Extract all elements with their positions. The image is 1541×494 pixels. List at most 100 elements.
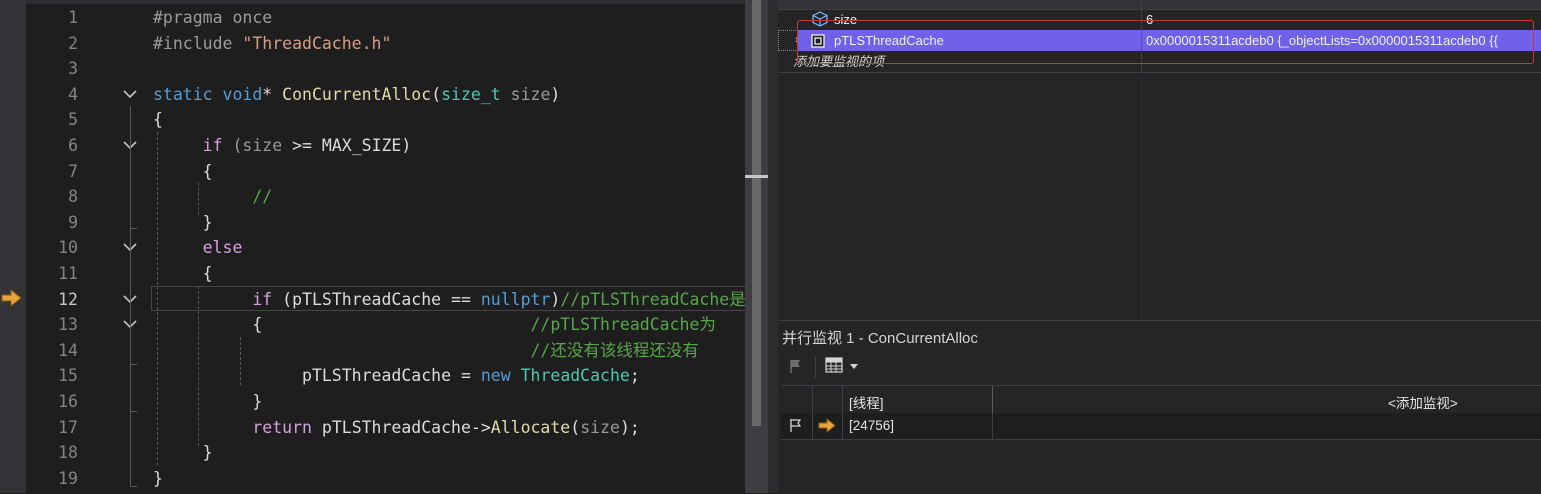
code-token: void [222, 84, 263, 104]
code-token: "ThreadCache.h" [242, 33, 392, 53]
code-token: #include [153, 33, 243, 53]
dropdown-chevron-icon[interactable] [850, 364, 858, 369]
fold-chevron-icon[interactable] [122, 82, 138, 108]
fold-end-marker [130, 228, 137, 229]
parallel-watch-thread-row[interactable]: [24756] [781, 413, 1541, 440]
code-token: { [153, 264, 213, 283]
code-token: >= MAX_SIZE) [292, 136, 412, 155]
code-token: ) [550, 84, 561, 104]
line-number: 18 [58, 443, 78, 463]
indent-guide [240, 337, 241, 385]
code-token: new [480, 366, 511, 386]
code-line[interactable]: 5{ [0, 107, 745, 133]
code-text[interactable]: if (size >= MAX_SIZE) [153, 133, 412, 159]
code-token: ( [431, 84, 442, 104]
code-text[interactable]: static void* ConCurrentAlloc(size_t size… [153, 82, 560, 108]
line-number: 14 [58, 340, 78, 360]
code-token: } [153, 443, 213, 463]
annotation-highlight-box [797, 20, 1534, 64]
code-line[interactable]: 11 { [0, 261, 745, 287]
code-line[interactable]: 2 #include "ThreadCache.h" [0, 31, 745, 57]
code-token: { [153, 315, 531, 335]
code-text[interactable]: #include "ThreadCache.h" [153, 31, 391, 57]
code-token: ConCurrentAlloc [282, 84, 432, 104]
parallel-watch-window: 并行监视 1 - ConCurrentAlloc [线程] <添加监视> [24… [778, 320, 1541, 494]
code-text[interactable]: { [153, 159, 213, 185]
code-text[interactable]: // [153, 184, 272, 210]
code-line[interactable]: 1 #pragma once [0, 5, 745, 31]
fold-end-marker [130, 486, 137, 487]
code-token: (size [222, 136, 293, 155]
thread-flag-icon[interactable] [789, 418, 803, 433]
code-token: size [510, 84, 551, 104]
code-token: Allocate [490, 417, 571, 437]
code-text[interactable]: else [153, 235, 243, 261]
line-number: 17 [58, 417, 78, 437]
code-token: * [262, 84, 283, 104]
code-line[interactable]: 7 { [0, 159, 745, 185]
execution-pointer-icon[interactable] [1, 289, 23, 307]
thread-id: [24756] [849, 418, 895, 433]
column-add-watch[interactable]: <添加监视> [1388, 392, 1458, 412]
column-thread[interactable]: [线程] [849, 392, 884, 412]
current-thread-arrow-icon [818, 418, 836, 433]
code-line[interactable]: 19} [0, 466, 745, 492]
code-line[interactable]: 4 static void* ConCurrentAlloc(size_t siz… [0, 82, 745, 108]
code-line[interactable]: 14 //还没有该线程还没有 [0, 338, 745, 364]
code-text[interactable]: #pragma once [153, 5, 272, 31]
code-text[interactable]: } [153, 466, 163, 492]
fold-end-marker [130, 411, 137, 412]
code-line[interactable]: 15 pTLSThreadCache = new ThreadCache; [0, 363, 745, 389]
code-text[interactable]: //还没有该线程还没有 [153, 338, 699, 364]
code-text[interactable]: pTLSThreadCache = new ThreadCache; [153, 363, 640, 389]
code-text[interactable]: { //pTLSThreadCache为 [153, 312, 716, 338]
current-line-highlight [151, 286, 747, 311]
code-line[interactable]: 6 if (size >= MAX_SIZE) [0, 133, 745, 159]
code-editor[interactable]: 1 #pragma once 2 #include "ThreadCache.h" 3 4… [0, 0, 768, 493]
code-line[interactable]: 17 return pTLSThreadCache->Allocate(size… [0, 415, 745, 441]
line-number: 6 [68, 136, 78, 155]
line-number: 13 [58, 315, 78, 335]
parallel-watch-toolbar [778, 353, 1541, 385]
flag-icon[interactable] [788, 358, 804, 374]
line-number: 10 [58, 238, 78, 258]
line-number: 5 [68, 110, 78, 130]
parallel-watch-title: 并行监视 1 - ConCurrentAlloc [782, 330, 978, 347]
code-text[interactable]: { [153, 261, 213, 287]
code-token: ( [570, 417, 581, 437]
code-token: { [153, 161, 213, 181]
line-number: 12 [58, 289, 78, 309]
pane-splitter[interactable] [768, 0, 778, 493]
code-line[interactable]: 8 // [0, 184, 745, 210]
code-token: //还没有该线程还没有 [530, 340, 699, 360]
indent-guide [130, 261, 131, 411]
code-text[interactable]: return pTLSThreadCache->Allocate(size); [153, 415, 639, 441]
code-text[interactable]: } [153, 210, 213, 236]
code-line[interactable]: 16 } [0, 389, 745, 415]
table-columns-icon[interactable] [825, 357, 843, 373]
line-number: 15 [58, 366, 78, 386]
code-token: } [153, 392, 263, 411]
code-line[interactable]: 10 else [0, 235, 745, 261]
code-token: return [252, 417, 312, 437]
code-text[interactable]: { [153, 107, 163, 133]
code-text[interactable]: } [153, 389, 262, 415]
code-token: ; [629, 366, 640, 386]
code-text[interactable]: } [153, 440, 213, 466]
line-number: 19 [58, 468, 78, 488]
code-line[interactable]: 9 } [0, 210, 745, 236]
code-line[interactable]: 18 } [0, 440, 745, 466]
scrollbar-thumb[interactable] [752, 0, 761, 426]
line-number: 1 [68, 8, 78, 27]
editor-vertical-scrollbar[interactable] [745, 0, 768, 493]
line-number: 11 [58, 264, 78, 283]
editor-tab-strip [0, 0, 768, 4]
code-line[interactable]: 13 { //pTLSThreadCache为 [0, 312, 745, 338]
code-token: } [153, 212, 213, 232]
code-line[interactable]: 3 [0, 56, 745, 82]
